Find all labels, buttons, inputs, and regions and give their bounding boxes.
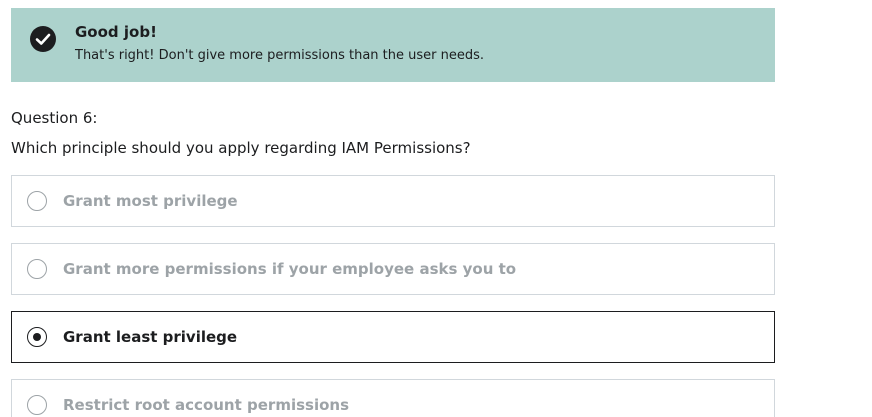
radio-button-selected[interactable] (27, 327, 47, 347)
quiz-page: Good job! That's right! Don't give more … (0, 0, 872, 417)
answer-option-4[interactable]: Restrict root account permissions (11, 379, 775, 417)
answer-option-label: Grant more permissions if your employee … (63, 260, 517, 278)
answer-option-label: Grant most privilege (63, 192, 238, 210)
answer-option-label: Restrict root account permissions (63, 396, 349, 414)
check-circle-icon (30, 26, 56, 52)
feedback-title: Good job! (75, 23, 157, 41)
question-prompt: Which principle should you apply regardi… (11, 139, 471, 157)
answer-option-label: Grant least privilege (63, 328, 238, 346)
radio-button[interactable] (27, 191, 47, 211)
feedback-banner: Good job! That's right! Don't give more … (11, 8, 775, 82)
feedback-text: That's right! Don't give more permission… (75, 48, 485, 63)
radio-button[interactable] (27, 395, 47, 415)
question-number: Question 6: (11, 109, 98, 127)
radio-dot (32, 332, 41, 341)
answer-option-3[interactable]: Grant least privilege (11, 311, 775, 363)
answer-option-1[interactable]: Grant most privilege (11, 175, 775, 227)
answer-option-2[interactable]: Grant more permissions if your employee … (11, 243, 775, 295)
radio-button[interactable] (27, 259, 47, 279)
